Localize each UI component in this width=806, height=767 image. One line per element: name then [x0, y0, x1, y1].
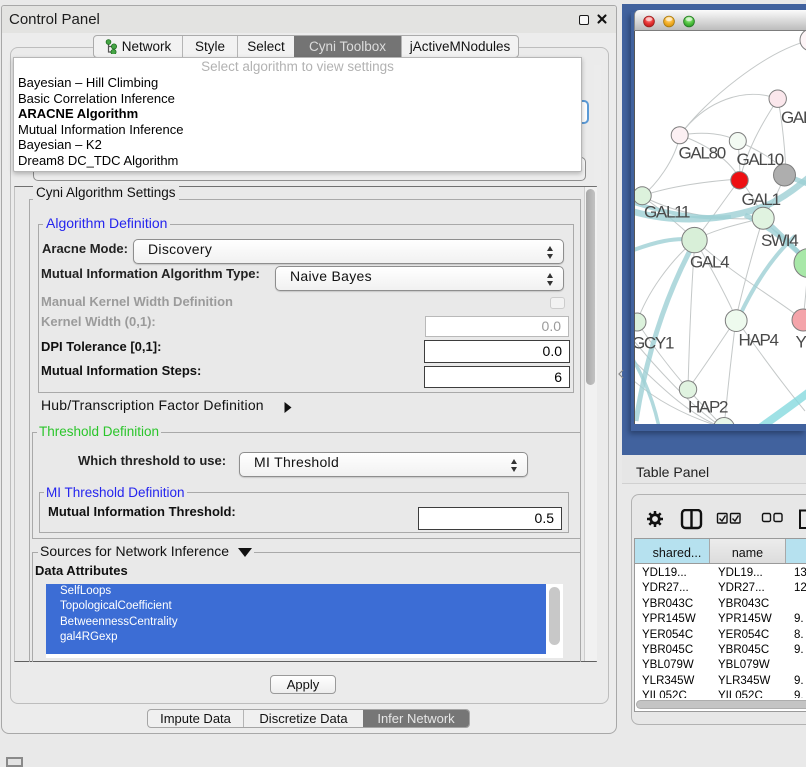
svg-text:GAL10: GAL10 — [737, 150, 784, 169]
svg-text:GAL4: GAL4 — [690, 253, 729, 272]
svg-text:GAL1: GAL1 — [742, 190, 781, 209]
svg-text:GAL80: GAL80 — [679, 144, 726, 163]
svg-text:GAL: GAL — [781, 108, 806, 127]
svg-text:SWI4: SWI4 — [761, 231, 798, 250]
svg-text:GAL11: GAL11 — [644, 203, 690, 222]
svg-text:HAP4: HAP4 — [739, 331, 779, 350]
svg-text:HAP2: HAP2 — [688, 398, 728, 417]
svg-text:GCY1: GCY1 — [634, 334, 674, 353]
svg-text:Y: Y — [796, 333, 806, 352]
